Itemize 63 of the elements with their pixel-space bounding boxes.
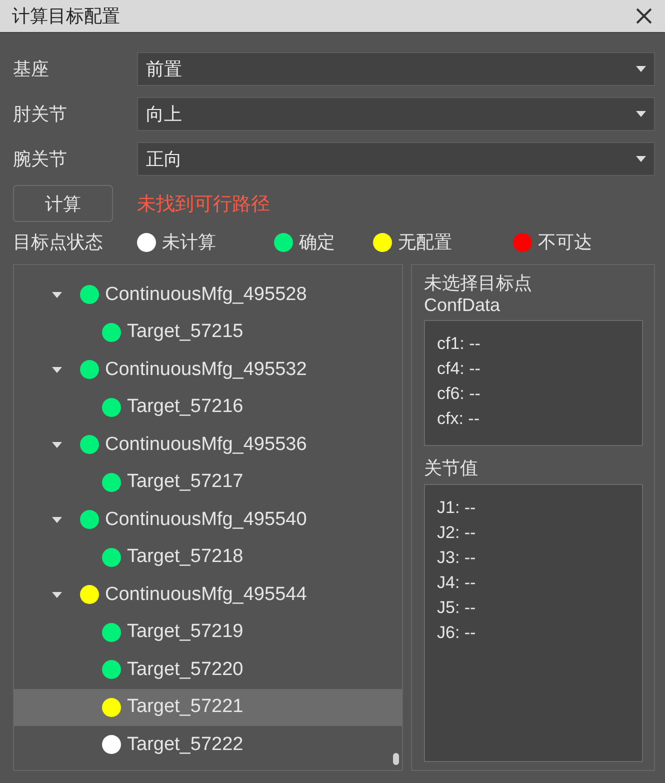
legend-text: 未计算	[162, 231, 216, 254]
caret-icon[interactable]	[52, 442, 62, 448]
dropdown[interactable]: 向上	[137, 97, 655, 131]
section-title: 关节值	[424, 457, 479, 480]
caret-icon[interactable]	[52, 516, 62, 523]
setting-label: 腕关节	[13, 148, 68, 171]
caret-icon	[636, 156, 646, 162]
section-title: ConfData	[424, 295, 502, 316]
tree-item-label: Target_57220	[127, 658, 244, 681]
scrollbar-thumb[interactable]	[393, 753, 399, 765]
window-title: 计算目标配置	[12, 5, 120, 28]
tree-item-label: Target_57221	[127, 696, 244, 718]
tree-item[interactable]: ContinuousMfg_495544	[14, 576, 402, 614]
tree-item-label: Target_57219	[127, 621, 244, 644]
tree-item-label: Target_57216	[127, 396, 244, 418]
tree-item[interactable]: ContinuousMfg_495540	[14, 501, 402, 538]
tree-item-label: ContinuousMfg_495540	[105, 508, 307, 531]
dropdown[interactable]: 前置	[137, 52, 655, 86]
legend-label: 目标点状态	[13, 231, 104, 254]
conf-value: cf6: --	[437, 383, 482, 405]
caret-icon	[636, 66, 646, 72]
conf-value: cfx: --	[437, 408, 480, 430]
selection-status: 未选择目标点	[424, 272, 533, 295]
tree-item[interactable]: Target_57215	[14, 314, 402, 351]
joint-value: J3: --	[437, 547, 477, 569]
tree-item[interactable]: Target_57220	[14, 651, 402, 688]
caret-icon[interactable]	[52, 592, 62, 598]
setting-label: 基座	[13, 58, 50, 81]
caret-icon[interactable]	[52, 292, 62, 298]
joint-value: J1: --	[437, 497, 477, 519]
conf-value: cf4: --	[437, 358, 482, 380]
tree-item-label: ContinuousMfg_495532	[105, 358, 307, 381]
conf-value: cf1: --	[437, 333, 482, 355]
legend-text: 确定	[299, 231, 335, 254]
calculate-button[interactable]: 计算	[13, 185, 113, 222]
dropdown[interactable]: 正向	[137, 142, 655, 176]
tree-item-label: Target_57222	[127, 734, 244, 756]
tree-item[interactable]: Target_57222	[14, 726, 402, 764]
tree-item-label: ContinuousMfg_495536	[105, 434, 307, 456]
tree-item[interactable]: Target_57221	[14, 688, 402, 726]
tree-item[interactable]: Target_57218	[14, 538, 402, 576]
joint-value: J2: --	[437, 522, 477, 544]
tree-item[interactable]: Target_57217	[14, 464, 402, 501]
tree-item-label: ContinuousMfg_495528	[105, 284, 307, 306]
setting-label: 肘关节	[13, 103, 68, 126]
legend-text: 不可达	[538, 231, 592, 254]
tree-item[interactable]: Target_57219	[14, 614, 402, 651]
tree-item-label: Target_57218	[127, 546, 244, 568]
caret-icon	[636, 111, 646, 117]
close-icon[interactable]	[635, 7, 653, 25]
joint-value: J6: --	[437, 622, 477, 644]
tree-item[interactable]: ContinuousMfg_495536	[14, 426, 402, 464]
caret-icon[interactable]	[52, 366, 62, 373]
tree-item[interactable]: ContinuousMfg_495532	[14, 351, 402, 388]
error-message: 未找到可行路径	[137, 192, 270, 216]
tree-item[interactable]: Target_57216	[14, 388, 402, 426]
legend-text: 无配置	[398, 231, 452, 254]
tree-item[interactable]: ContinuousMfg_495528	[14, 276, 402, 314]
tree-item-label: Target_57217	[127, 471, 244, 494]
joint-value: J5: --	[437, 597, 477, 619]
joint-value: J4: --	[437, 572, 477, 594]
tree-item-label: ContinuousMfg_495544	[105, 584, 307, 606]
tree-item-label: Target_57215	[127, 321, 244, 344]
